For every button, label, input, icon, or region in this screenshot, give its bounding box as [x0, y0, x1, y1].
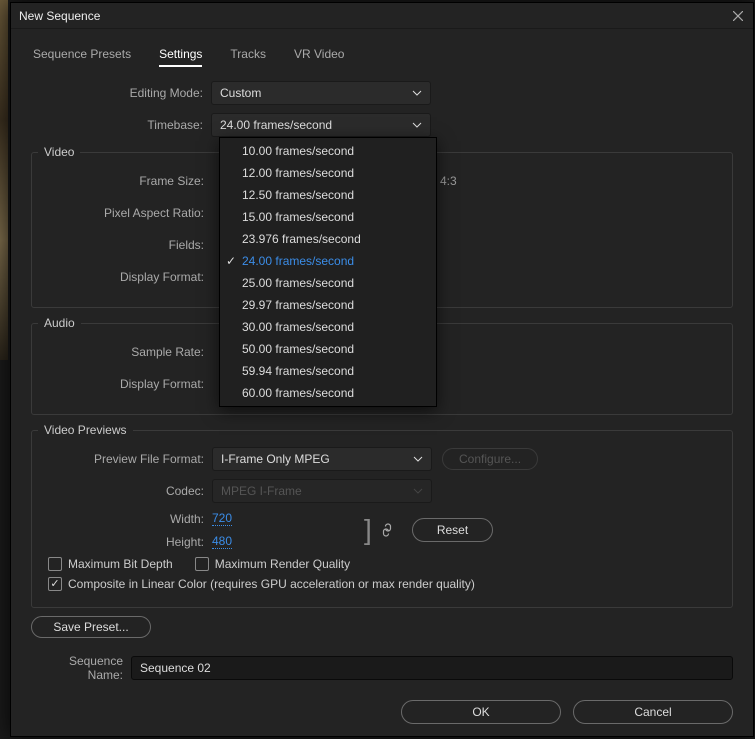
tab-sequence-presets[interactable]: Sequence Presets: [33, 47, 131, 67]
timebase-option[interactable]: 10.00 frames/second: [220, 140, 436, 162]
timebase-option[interactable]: 30.00 frames/second: [220, 316, 436, 338]
checkbox-max-bit-depth[interactable]: [48, 557, 62, 571]
editing-mode-select[interactable]: Custom: [211, 81, 431, 105]
editing-mode-value: Custom: [220, 86, 261, 100]
frame-size-aspect: 4:3: [440, 174, 457, 188]
label-sample-rate: Sample Rate:: [32, 345, 212, 359]
label-max-render-quality: Maximum Render Quality: [215, 557, 350, 571]
form-area: Editing Mode: Custom Timebase: 24.00 fra…: [31, 81, 733, 638]
label-pixel-aspect: Pixel Aspect Ratio:: [32, 206, 212, 220]
bracket-icon: ]: [360, 523, 376, 537]
tab-settings[interactable]: Settings: [159, 47, 202, 67]
ok-button[interactable]: OK: [401, 700, 561, 724]
timebase-option[interactable]: 60.00 frames/second: [220, 382, 436, 404]
timebase-option[interactable]: 59.94 frames/second: [220, 360, 436, 382]
timebase-option[interactable]: 29.97 frames/second: [220, 294, 436, 316]
timebase-option[interactable]: 25.00 frames/second: [220, 272, 436, 294]
chevron-down-icon: [413, 454, 423, 464]
label-height: Height:: [32, 535, 212, 549]
timebase-value: 24.00 frames/second: [220, 118, 332, 132]
label-display-format-audio: Display Format:: [32, 377, 212, 391]
group-previews-legend: Video Previews: [38, 423, 133, 437]
new-sequence-dialog: New Sequence Sequence Presets Settings T…: [10, 2, 754, 737]
timebase-option[interactable]: 15.00 frames/second: [220, 206, 436, 228]
group-video-previews: Video Previews Preview File Format: I-Fr…: [31, 423, 733, 608]
dialog-content: Sequence Presets Settings Tracks VR Vide…: [11, 29, 753, 736]
timebase-option[interactable]: 12.50 frames/second: [220, 184, 436, 206]
titlebar: New Sequence: [11, 3, 753, 29]
timebase-select[interactable]: 24.00 frames/second: [211, 113, 431, 137]
label-display-format-video: Display Format:: [32, 270, 212, 284]
chevron-down-icon: [412, 120, 422, 130]
checkbox-composite-linear[interactable]: [48, 577, 62, 591]
timebase-option[interactable]: 50.00 frames/second: [220, 338, 436, 360]
tabs: Sequence Presets Settings Tracks VR Vide…: [31, 47, 733, 81]
codec-select: MPEG I-Frame: [212, 479, 432, 503]
label-sequence-name: Sequence Name:: [31, 654, 131, 682]
preview-format-select[interactable]: I-Frame Only MPEG: [212, 447, 432, 471]
label-max-bit-depth: Maximum Bit Depth: [68, 557, 173, 571]
timebase-option[interactable]: 24.00 frames/second: [220, 250, 436, 272]
link-icon: [380, 523, 394, 537]
group-audio-legend: Audio: [38, 316, 81, 330]
height-input[interactable]: 480: [212, 534, 232, 549]
timebase-option[interactable]: 23.976 frames/second: [220, 228, 436, 250]
label-frame-size: Frame Size:: [32, 174, 212, 188]
label-composite-linear: Composite in Linear Color (requires GPU …: [68, 577, 475, 591]
chevron-down-icon: [412, 88, 422, 98]
label-timebase: Timebase:: [31, 118, 211, 132]
codec-value: MPEG I-Frame: [221, 484, 302, 498]
dialog-title: New Sequence: [19, 9, 100, 23]
close-icon: [733, 11, 743, 21]
checkbox-max-render-quality[interactable]: [195, 557, 209, 571]
label-editing-mode: Editing Mode:: [31, 86, 211, 100]
label-codec: Codec:: [32, 484, 212, 498]
tab-tracks[interactable]: Tracks: [230, 47, 266, 67]
save-preset-button[interactable]: Save Preset...: [31, 616, 151, 638]
width-input[interactable]: 720: [212, 511, 232, 526]
label-width: Width:: [32, 512, 212, 526]
cancel-button[interactable]: Cancel: [573, 700, 733, 724]
bottom-area: Sequence Name: OK Cancel: [31, 638, 733, 730]
sequence-name-input[interactable]: [131, 656, 733, 680]
tab-vr-video[interactable]: VR Video: [294, 47, 344, 67]
timebase-option[interactable]: 12.00 frames/second: [220, 162, 436, 184]
chevron-down-icon: [413, 486, 423, 496]
preview-format-value: I-Frame Only MPEG: [221, 452, 330, 466]
label-preview-format: Preview File Format:: [32, 452, 212, 466]
configure-button: Configure...: [442, 448, 538, 470]
close-button[interactable]: [731, 9, 745, 23]
group-video-legend: Video: [38, 145, 80, 159]
background-image: [0, 0, 8, 360]
reset-button[interactable]: Reset: [412, 518, 493, 542]
label-fields: Fields:: [32, 238, 212, 252]
link-width-height[interactable]: ]: [360, 523, 394, 537]
timebase-dropdown[interactable]: 10.00 frames/second12.00 frames/second12…: [219, 137, 437, 407]
